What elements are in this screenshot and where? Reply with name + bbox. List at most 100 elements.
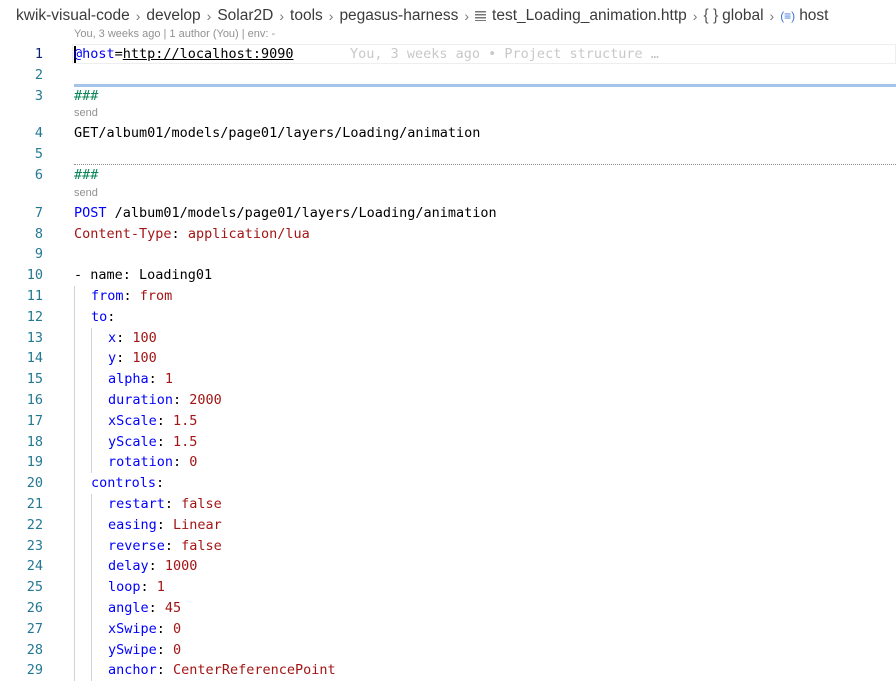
breadcrumb-scope[interactable]: { } global bbox=[703, 7, 763, 25]
yaml-key: y bbox=[108, 350, 117, 367]
indent-guide bbox=[91, 577, 92, 598]
yaml-key: easing bbox=[108, 516, 157, 533]
line-number: 1 bbox=[34, 46, 43, 62]
indent-guide bbox=[91, 639, 92, 661]
indent-guide bbox=[74, 660, 75, 682]
blame-codelens[interactable]: You, 3 weeks ago | 1 author (You) | env:… bbox=[74, 28, 275, 40]
code-text: ySwipe: 0 bbox=[108, 640, 181, 661]
code-text: anchor: CenterReferencePoint bbox=[108, 660, 336, 681]
request-delimiter: ### bbox=[74, 87, 99, 104]
send-request-link[interactable]: send bbox=[74, 107, 98, 119]
yaml-value: 2000 bbox=[189, 391, 222, 408]
colon: : bbox=[156, 516, 174, 533]
code-text: POST /album01/models/page01/layers/Loadi… bbox=[74, 203, 497, 224]
variable-name: @host bbox=[74, 46, 115, 62]
line-number: 24 bbox=[26, 558, 43, 575]
code-text: xSwipe: 0 bbox=[108, 619, 181, 640]
indent-guide bbox=[91, 452, 92, 474]
code-text: easing: Linear bbox=[108, 515, 222, 536]
indent-guide bbox=[74, 285, 75, 307]
indent-guide bbox=[74, 327, 75, 349]
indent-guide bbox=[91, 618, 92, 640]
yaml-key: from bbox=[91, 287, 124, 304]
yaml-key: duration bbox=[108, 391, 174, 408]
code-text: to: bbox=[91, 307, 115, 328]
line-number: 2 bbox=[34, 66, 43, 83]
line-number: 17 bbox=[26, 412, 43, 429]
request-path: /album01/models/page01/layers/Loading/an… bbox=[106, 204, 497, 221]
yaml-value: 0 bbox=[173, 620, 182, 637]
yaml-key: delay bbox=[108, 558, 149, 575]
colon: : bbox=[156, 475, 165, 492]
yaml-key: restart bbox=[108, 495, 165, 512]
code-text: y: 100 bbox=[108, 348, 157, 369]
breadcrumb-kwik-visual-code[interactable]: kwik-visual-code bbox=[16, 7, 130, 25]
code-line: 27 xSwipe: 0 bbox=[0, 618, 896, 640]
breadcrumb-solar2d[interactable]: Solar2D bbox=[217, 7, 273, 25]
yaml-value: 0 bbox=[173, 641, 182, 658]
breadcrumb-develop[interactable]: develop bbox=[146, 7, 200, 25]
line-number: 8 bbox=[34, 225, 43, 242]
indent-guide bbox=[91, 389, 92, 411]
indent-guide bbox=[91, 493, 92, 515]
code-line: 15 alpha: 1 bbox=[0, 369, 896, 390]
yaml-value: 1000 bbox=[164, 558, 198, 575]
yaml-key: anchor bbox=[108, 662, 157, 679]
indent-guide bbox=[91, 597, 92, 619]
line-number: 25 bbox=[26, 579, 43, 596]
indent-guide bbox=[91, 348, 92, 370]
breadcrumb-file[interactable]: test_Loading_animation.http bbox=[475, 7, 687, 25]
code-editor[interactable]: You, 3 weeks ago | 1 author (You) | env:… bbox=[0, 26, 896, 682]
line-number: 3 bbox=[34, 87, 43, 104]
breadcrumb-symbol[interactable]: (≡) host bbox=[780, 7, 828, 25]
code-line: 28 ySwipe: 0 bbox=[0, 639, 896, 661]
code-text: rotation: 0 bbox=[108, 452, 197, 473]
chevron-right-icon: › bbox=[769, 8, 775, 24]
code-text: angle: 45 bbox=[108, 598, 181, 619]
host-url-link[interactable]: http://localhost:9090 bbox=[123, 46, 294, 62]
colon: : bbox=[164, 537, 182, 554]
send-request-link[interactable]: send bbox=[74, 187, 98, 199]
code-text: @host=http://localhost:9090 bbox=[74, 44, 293, 65]
line-number: 20 bbox=[26, 475, 43, 492]
yaml-value: 45 bbox=[164, 599, 182, 616]
code-text: Content-Type: application/lua bbox=[74, 224, 310, 245]
colon: : bbox=[116, 329, 133, 346]
code-text: reverse: false bbox=[108, 536, 222, 557]
colon: : bbox=[156, 641, 174, 658]
code-line: 14 y: 100 bbox=[0, 348, 896, 370]
yaml-key: ySwipe bbox=[108, 641, 157, 658]
equals-sign: = bbox=[114, 46, 123, 62]
indent-guide bbox=[74, 597, 75, 619]
yaml-key: loop bbox=[108, 579, 141, 596]
colon: : bbox=[107, 308, 116, 325]
yaml-value: 1.5 bbox=[173, 433, 198, 450]
colon: : bbox=[171, 225, 188, 242]
indent-guide bbox=[91, 369, 92, 390]
indent-guide bbox=[74, 556, 75, 578]
line-number: 27 bbox=[26, 620, 43, 637]
colon: : bbox=[156, 620, 174, 637]
indent-guide bbox=[91, 556, 92, 578]
colon: : bbox=[123, 287, 140, 304]
line-number: 28 bbox=[26, 641, 43, 658]
yaml-value: 100 bbox=[132, 350, 157, 367]
yaml-key: reverse bbox=[108, 537, 165, 554]
indent-guide bbox=[74, 473, 75, 494]
code-text: alpha: 1 bbox=[108, 369, 173, 390]
indent-guide bbox=[74, 577, 75, 598]
request-delimiter: ### bbox=[74, 166, 99, 183]
code-text: restart: false bbox=[108, 494, 222, 515]
yaml-value: 0 bbox=[189, 454, 198, 471]
code-line: 2 bbox=[0, 65, 896, 86]
yaml-value: false bbox=[181, 537, 222, 554]
breadcrumb-tools[interactable]: tools bbox=[290, 7, 323, 25]
chevron-right-icon: › bbox=[279, 8, 285, 24]
code-line: 29 anchor: CenterReferencePoint bbox=[0, 660, 896, 682]
breadcrumb-pegasus-harness[interactable]: pegasus-harness bbox=[339, 7, 458, 25]
line-number: 21 bbox=[26, 495, 43, 512]
chevron-right-icon: › bbox=[328, 8, 334, 24]
indent-guide bbox=[74, 514, 75, 536]
line-number: 23 bbox=[26, 537, 43, 554]
indent-guide bbox=[74, 348, 75, 370]
